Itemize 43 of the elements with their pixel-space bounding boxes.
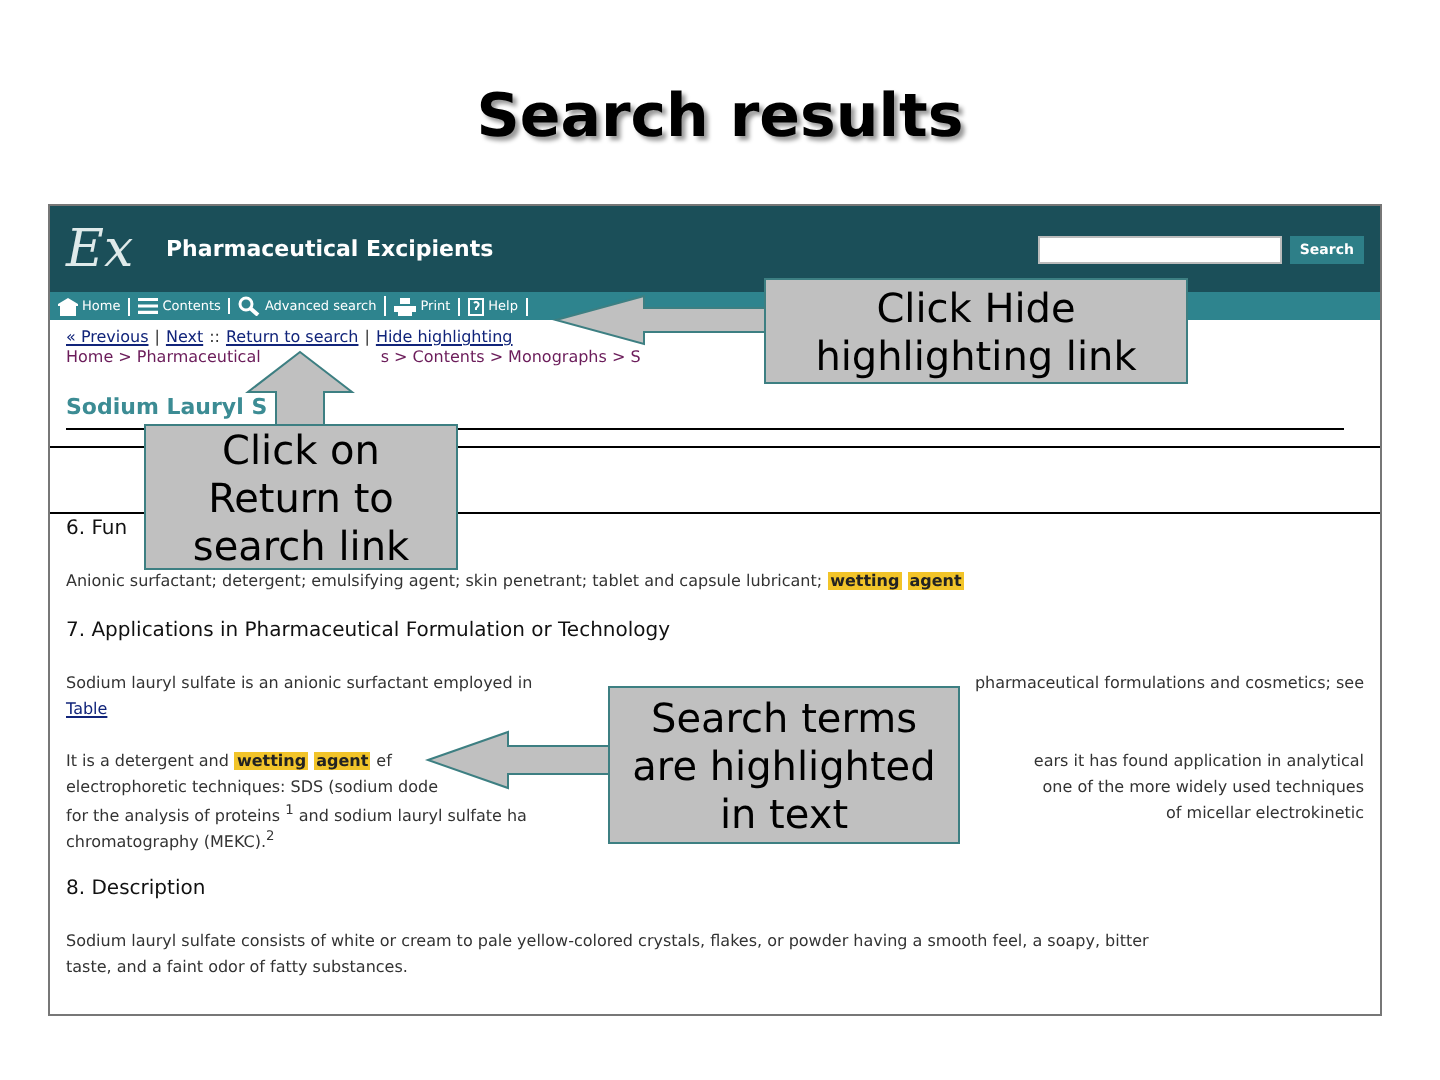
monograph-title: Sodium Lauryl S: [66, 394, 268, 420]
body-text: Sodium lauryl sulfate is an anionic surfactant employed in: [66, 674, 533, 692]
separator: |: [154, 328, 160, 346]
nav-link[interactable]: Next: [165, 328, 204, 346]
nav-link[interactable]: Hide highlighting: [375, 328, 513, 346]
slide-title: Search results: [476, 84, 964, 152]
house-icon: [58, 297, 78, 315]
body-text: Anionic surfactant; detergent; emulsifying agent; skin penetrant; tablet and capsule lubricant;: [66, 572, 823, 590]
section-heading: 8. Description: [66, 878, 206, 900]
highlighted-term: wetting: [828, 572, 902, 590]
highlighted-term: wetting: [234, 752, 309, 770]
nav-link[interactable]: Return to search: [225, 328, 359, 346]
printer-icon: [394, 297, 417, 315]
body-text: ef: [376, 752, 392, 770]
search-field[interactable]: [1037, 235, 1282, 263]
body-text: ears it has found application in analytical: [1033, 752, 1364, 770]
breadcrumb: s > Contents > Monographs > S: [380, 348, 641, 370]
body-text: It is a detergent and: [66, 752, 229, 770]
body-text: Sodium lauryl sulfate consists of white or cream to pale yellow-colored crystals, flakes, or powder having a smooth feel, a soapy, bitter: [66, 932, 1149, 950]
callout: Click Hide highlighting link: [764, 278, 1188, 384]
body-text: for the analysis of proteins $^{1}$ and sodium lauryl sulfate ha: [66, 801, 527, 825]
separator: |: [364, 328, 370, 346]
callout: Search terms are highlighted in text: [608, 686, 960, 844]
section-heading: 6. Fun: [66, 518, 128, 540]
body-text: one of the more widely used techniques: [1042, 778, 1364, 796]
help-icon: [468, 297, 485, 315]
nav-link[interactable]: « Previous: [66, 328, 149, 346]
body-text: electrophoretic techniques: SDS (sodium dode: [66, 778, 439, 796]
list-icon: [138, 298, 159, 314]
breadcrumb: Home > Pharmaceutical: [66, 348, 261, 370]
site-title: Pharmaceutical Excipients: [166, 236, 496, 262]
table-link[interactable]: Table: [66, 700, 108, 718]
callout: Click on Return to search link: [144, 424, 458, 570]
body-text: taste, and a faint odor of fatty substances.: [66, 958, 408, 976]
separator: ::: [209, 328, 220, 346]
highlighted-term: agent: [907, 572, 964, 590]
highlighted-term: agent: [314, 752, 371, 770]
body-text: chromatography (MEKC).$^{2}$: [66, 827, 275, 851]
body-text: pharmaceutical formulations and cosmetics; see: [974, 674, 1364, 692]
body-text: of micellar electrokinetic: [1166, 804, 1364, 822]
section-heading: 7. Applications in Pharmaceutical Formulation or Technology: [66, 620, 671, 642]
site-logo: Ex: [66, 219, 136, 279]
search-icon: [238, 296, 261, 316]
